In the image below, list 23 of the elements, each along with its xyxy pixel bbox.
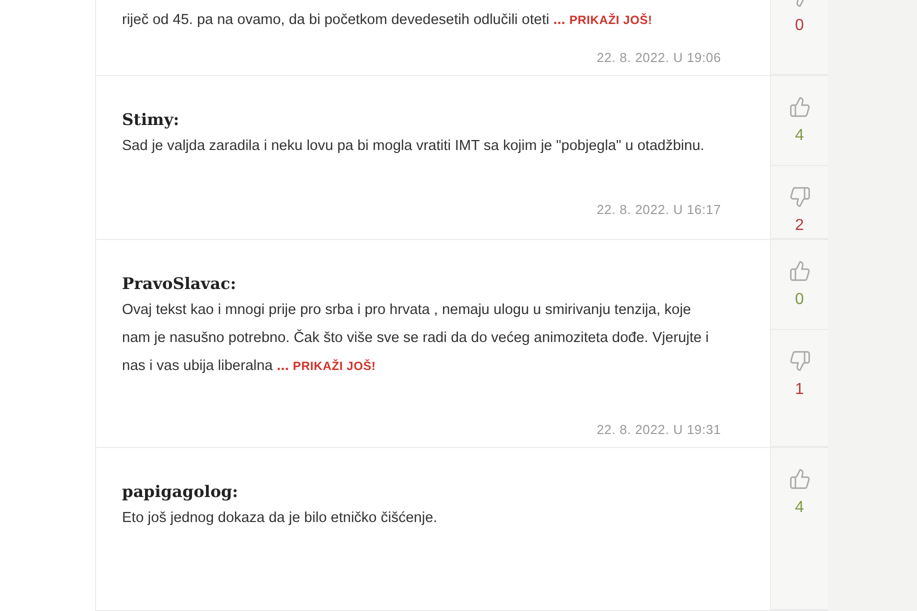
thumbs-up-icon[interactable]	[788, 468, 810, 490]
thumbs-up-icon[interactable]	[788, 96, 810, 118]
vote-count: 2	[795, 216, 804, 236]
comment-text: Eto još jednog dokaza da je bilo etničko čišćenje.	[122, 509, 438, 528]
vote-count: 1	[795, 380, 804, 400]
show-more-link[interactable]: PRIKAŽI JOŠ!	[292, 359, 376, 373]
comment-text: riječ od 45. pa na ovamo, da bi početkom devedesetih odlučili oteti ... PRIKAŽI JOŠ!	[122, 11, 654, 30]
comment-date: 22. 8. 2022. U 19:31	[596, 421, 721, 439]
ellipsis: ...	[276, 358, 290, 374]
comment-text: Ovaj tekst kao i mnogi prije pro srba i pro hrvata , nemaju ulogu u smirivanju tenzija, koje nam je nasušno potrebno. Čak što više sve se radi da do većeg animoziteta dođe. Vjerujte i nas i vas ubija liberalna ... PRIKAŽI JOŠ!	[122, 301, 710, 376]
comment-date: 22. 8. 2022. U 19:06	[596, 49, 721, 67]
vote-count: 0	[795, 16, 804, 36]
ellipsis: ...	[552, 12, 566, 28]
comment-author: Stimy:	[122, 109, 180, 131]
vote-count: 4	[795, 126, 804, 146]
vote-count: 4	[795, 498, 804, 518]
comment-author: papigagolog:	[122, 481, 240, 503]
comment-date: 22. 8. 2022. U 16:17	[596, 201, 721, 219]
comment-text: Sad je valjda zaradila i neku lovu pa bi mogla vratiti IMT sa kojim je "pobjegla" u otadžbinu.	[122, 137, 706, 156]
thumbs-up-icon[interactable]	[788, 260, 810, 282]
vote-count: 0	[795, 290, 804, 310]
comment-author: PravoSlavac:	[122, 273, 238, 295]
show-more-link[interactable]: PRIKAŽI JOŠ!	[569, 13, 652, 27]
